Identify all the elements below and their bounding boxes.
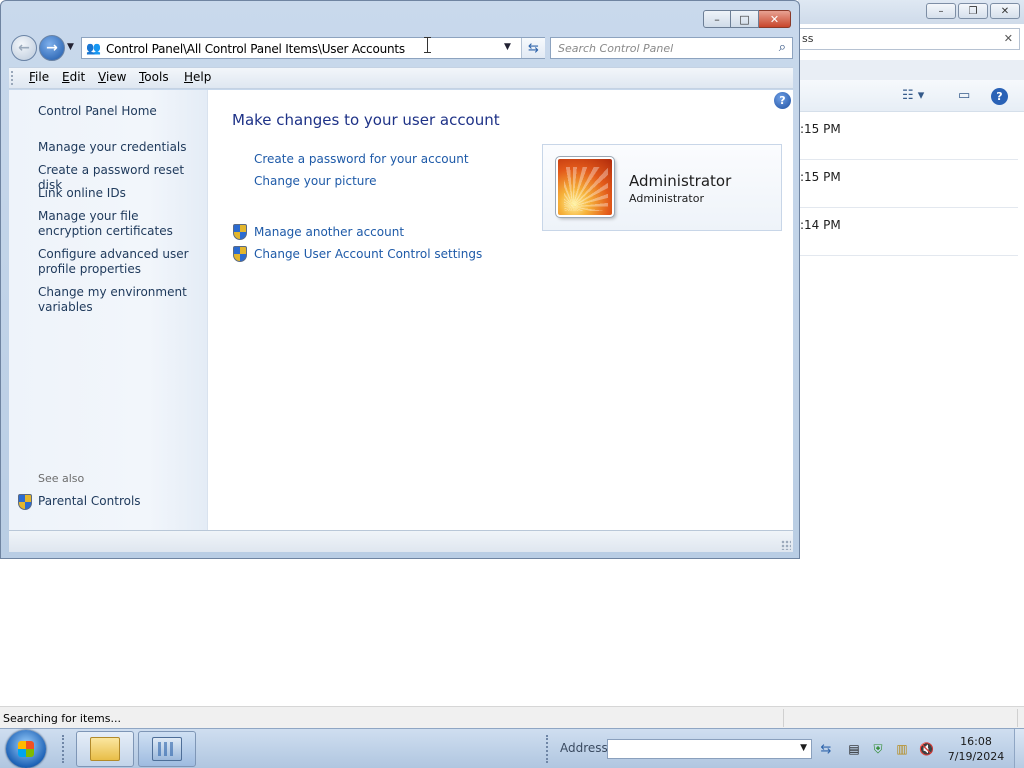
forward-arrow-icon: → <box>46 40 58 56</box>
text-cursor-icon <box>424 37 433 53</box>
change-picture-link[interactable]: Change your picture <box>254 174 376 188</box>
clock-date: 7/19/2024 <box>947 750 1005 763</box>
parental-controls-icon <box>17 494 32 510</box>
link-online-ids-link[interactable]: Link online IDs <box>38 186 203 201</box>
left-task-pane: Control Panel Home Manage your credentia… <box>9 90 208 530</box>
taskbar-grip <box>546 735 550 763</box>
help-icon[interactable]: ? <box>991 88 1008 105</box>
account-picture[interactable] <box>555 156 615 218</box>
status-divider <box>1017 709 1018 727</box>
recent-pages-dropdown-icon[interactable]: ▼ <box>67 42 74 52</box>
environment-variables-link[interactable]: Change my environment variables <box>38 285 203 315</box>
tray-volume-muted-icon[interactable]: 🔇 <box>919 741 934 757</box>
background-window: – ❐ ✕ ss ✕ ☷ ▾ ▭ ? :15 PM :15 PM :14 PM <box>798 0 1024 273</box>
taskbar: Address ▼ ⇆ ▤ ⛨ ▥ 🔇 16:08 7/19/2024 <box>0 728 1024 768</box>
manage-credentials-link[interactable]: Manage your credentials <box>38 140 203 155</box>
bg-restore-button[interactable]: ❐ <box>958 3 988 19</box>
user-accounts-window: – □ ✕ ← → ▼ 👥 Control Panel\All Control … <box>0 0 800 559</box>
tray-network-icon[interactable]: ▥ <box>895 741 909 757</box>
page-title: Make changes to your user account <box>232 111 500 129</box>
menu-edit[interactable]: Edit <box>60 70 87 84</box>
refresh-icon: ⇆ <box>528 40 539 56</box>
uac-shield-icon <box>232 246 247 262</box>
resize-grip[interactable] <box>781 540 791 550</box>
taskbar-address-input[interactable]: ▼ <box>607 739 812 759</box>
background-window-titlebar: – ❐ ✕ <box>798 0 1024 24</box>
tray-security-icon[interactable]: ⛨ <box>871 741 885 757</box>
list-item-time: :15 PM <box>800 122 841 136</box>
tray-document-icon[interactable]: ▤ <box>847 741 861 757</box>
taskbar-grip <box>62 735 66 763</box>
folder-icon <box>90 737 120 761</box>
account-type: Administrator <box>629 192 704 205</box>
content-area: Control Panel Home Manage your credentia… <box>9 90 793 530</box>
clock-time: 16:08 <box>960 735 992 748</box>
address-bar[interactable]: 👥 Control Panel\All Control Panel Items\… <box>81 37 545 59</box>
create-password-link[interactable]: Create a password for your account <box>254 152 469 166</box>
control-panel-home-link[interactable]: Control Panel Home <box>38 104 203 119</box>
menu-file[interactable]: File <box>27 70 51 84</box>
window-status-bar <box>9 530 793 552</box>
menu-bar: File Edit View Tools Help <box>9 67 793 89</box>
taskbar-address-label: Address <box>560 741 608 755</box>
file-encryption-certificates-link[interactable]: Manage your file encryption certificates <box>38 209 203 239</box>
taskbar-control-panel-button[interactable] <box>138 731 196 767</box>
list-item-time: :14 PM <box>800 218 841 232</box>
account-name: Administrator <box>629 172 732 190</box>
go-icon[interactable]: ⇆ <box>815 739 837 759</box>
account-tile: Administrator Administrator <box>542 144 782 231</box>
background-window-caption-buttons: – ❐ ✕ <box>926 3 1020 19</box>
help-icon[interactable]: ? <box>774 92 791 109</box>
search-input[interactable]: Search Control Panel ⌕ <box>550 37 793 59</box>
taskbar-clock[interactable]: 16:08 7/19/2024 <box>940 734 1012 764</box>
advanced-profile-properties-link[interactable]: Configure advanced user profile properti… <box>38 247 203 277</box>
back-button[interactable]: ← <box>11 35 37 61</box>
status-divider <box>783 709 784 727</box>
address-dropdown-icon[interactable]: ▼ <box>800 743 807 753</box>
uac-settings-link[interactable]: Change User Account Control settings <box>254 247 482 261</box>
list-item[interactable]: :15 PM <box>798 112 1018 160</box>
background-band <box>798 60 1024 80</box>
bg-close-button[interactable]: ✕ <box>990 3 1020 19</box>
status-text: Searching for items... <box>3 712 121 725</box>
bg-minimize-button[interactable]: – <box>926 3 956 19</box>
list-item[interactable]: :15 PM <box>798 160 1018 208</box>
see-also-label: See also <box>38 472 85 485</box>
clear-search-icon[interactable]: ✕ <box>1004 32 1013 45</box>
menu-help[interactable]: Help <box>182 70 213 84</box>
manage-another-account-link[interactable]: Manage another account <box>254 225 404 239</box>
background-toolbar: ☷ ▾ ▭ ? <box>798 80 1024 112</box>
window-caption-buttons: – □ ✕ <box>703 10 791 28</box>
menu-grip <box>11 71 15 85</box>
parental-controls-link[interactable]: Parental Controls <box>38 494 203 509</box>
preview-pane-icon[interactable]: ▭ <box>958 88 970 103</box>
minimize-button[interactable]: – <box>703 10 731 28</box>
back-arrow-icon: ← <box>18 40 30 56</box>
taskbar-explorer-button[interactable] <box>76 731 134 767</box>
background-search-field[interactable]: ss ✕ <box>798 28 1020 50</box>
background-search-text: ss <box>802 32 814 45</box>
control-panel-icon <box>152 737 182 761</box>
show-desktop-button[interactable] <box>1014 729 1024 768</box>
close-button[interactable]: ✕ <box>759 10 791 28</box>
address-dropdown-icon[interactable]: ▼ <box>504 42 511 52</box>
start-button[interactable] <box>6 730 46 768</box>
menu-tools[interactable]: Tools <box>137 70 171 84</box>
navigation-bar: ← → ▼ 👥 Control Panel\All Control Panel … <box>9 34 793 62</box>
forward-button[interactable]: → <box>39 35 65 61</box>
uac-shield-icon <box>232 224 247 240</box>
menu-view[interactable]: View <box>96 70 128 84</box>
search-icon[interactable]: ⌕ <box>779 40 786 55</box>
view-options-icon[interactable]: ☷ ▾ <box>902 88 924 103</box>
list-item-time: :15 PM <box>800 170 841 184</box>
address-path[interactable]: Control Panel\All Control Panel Items\Us… <box>106 42 405 56</box>
search-placeholder: Search Control Panel <box>558 42 674 55</box>
explorer-status-bar: Searching for items... <box>0 706 1024 728</box>
refresh-button[interactable]: ⇆ <box>521 38 545 58</box>
list-item[interactable]: :14 PM <box>798 208 1018 256</box>
maximize-button[interactable]: □ <box>731 10 759 28</box>
user-accounts-icon: 👥 <box>86 41 101 55</box>
